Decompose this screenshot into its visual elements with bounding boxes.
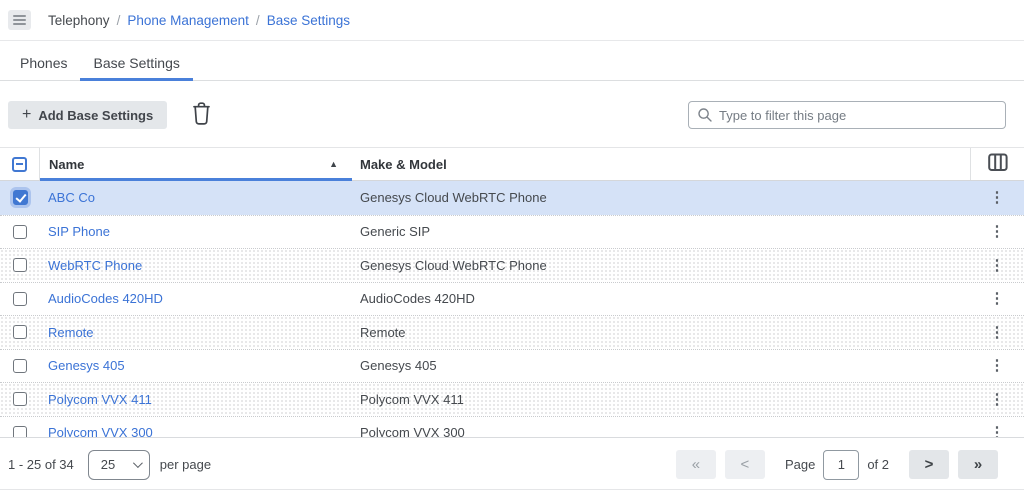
row-name-link[interactable]: ABC Co (48, 190, 95, 205)
trash-icon (191, 101, 212, 129)
search-icon (697, 107, 713, 123)
page-size-value: 25 (101, 457, 115, 472)
table-row[interactable]: Polycom VVX 300 Polycom VVX 300 ⋮ (0, 416, 1024, 439)
breadcrumb-separator: / (117, 13, 121, 28)
breadcrumb-base-settings[interactable]: Base Settings (267, 13, 350, 28)
row-make-model: Polycom VVX 300 (352, 425, 970, 438)
table-row[interactable]: SIP Phone Generic SIP ⋮ (0, 215, 1024, 249)
row-name-link[interactable]: SIP Phone (48, 224, 110, 239)
last-page-button[interactable]: » (958, 450, 998, 479)
filter-field-wrap (688, 101, 1006, 129)
row-name-link[interactable]: WebRTC Phone (48, 258, 142, 273)
row-make-model: Genesys Cloud WebRTC Phone (352, 258, 970, 273)
previous-page-button[interactable]: < (725, 450, 765, 479)
add-base-settings-label: Add Base Settings (38, 108, 153, 123)
page-bottom-divider (0, 489, 1024, 490)
sorted-column-underline (40, 178, 352, 181)
row-make-model: Genesys Cloud WebRTC Phone (352, 190, 970, 205)
table-row[interactable]: WebRTC Phone Genesys Cloud WebRTC Phone … (0, 248, 1024, 282)
tab-bar: Phones Base Settings (0, 47, 1024, 81)
column-header-make-model[interactable]: Make & Model (352, 148, 970, 180)
row-menu-kebab-icon[interactable]: ⋮ (984, 321, 1011, 344)
per-page-label: per page (160, 457, 211, 472)
delete-button[interactable] (191, 101, 212, 129)
row-make-model: Polycom VVX 411 (352, 392, 970, 407)
row-menu-kebab-icon[interactable]: ⋮ (984, 220, 1011, 243)
row-range-text: 1 - 25 of 34 (8, 457, 74, 472)
pagination-footer: 1 - 25 of 34 25 per page « < Page of 2 >… (0, 449, 1024, 480)
row-menu-kebab-icon[interactable]: ⋮ (984, 354, 1011, 377)
table-row[interactable]: Remote Remote ⋮ (0, 315, 1024, 349)
select-all-cell (0, 148, 40, 180)
table-row[interactable]: Genesys 405 Genesys 405 ⋮ (0, 349, 1024, 383)
row-make-model: AudioCodes 420HD (352, 291, 970, 306)
column-header-make-model-label: Make & Model (360, 157, 447, 172)
select-all-checkbox[interactable] (12, 157, 27, 172)
row-name-link[interactable]: Genesys 405 (48, 358, 125, 373)
row-name-link[interactable]: Polycom VVX 411 (48, 392, 152, 407)
table-row[interactable]: Polycom VVX 411 Polycom VVX 411 ⋮ (0, 382, 1024, 416)
table-row[interactable]: AudioCodes 420HD AudioCodes 420HD ⋮ (0, 282, 1024, 316)
tab-base-settings[interactable]: Base Settings (80, 47, 192, 81)
row-menu-kebab-icon[interactable]: ⋮ (984, 186, 1011, 209)
row-make-model: Genesys 405 (352, 358, 970, 373)
row-checkbox[interactable] (13, 190, 28, 205)
top-bar: Telephony / Phone Management / Base Sett… (0, 0, 1024, 41)
first-page-button[interactable]: « (676, 450, 716, 479)
row-name-link[interactable]: Remote (48, 325, 94, 340)
page-label: Page (785, 457, 815, 472)
row-name-link[interactable]: Polycom VVX 300 (48, 425, 153, 438)
row-checkbox[interactable] (13, 325, 27, 339)
table-header-row: Name ▲ Make & Model (0, 148, 1024, 181)
toolbar: + Add Base Settings (0, 101, 1024, 129)
row-menu-kebab-icon[interactable]: ⋮ (984, 388, 1011, 411)
breadcrumb: Telephony / Phone Management / Base Sett… (48, 13, 350, 28)
tab-phones[interactable]: Phones (7, 47, 80, 81)
column-picker-cell (970, 148, 1024, 180)
breadcrumb-phone-management[interactable]: Phone Management (127, 13, 249, 28)
row-name-link[interactable]: AudioCodes 420HD (48, 291, 163, 306)
page-size-select[interactable]: 25 (88, 450, 150, 480)
table-row[interactable]: ABC Co Genesys Cloud WebRTC Phone ⋮ (0, 181, 1024, 215)
chevron-down-icon (133, 458, 143, 468)
row-checkbox[interactable] (13, 426, 27, 438)
next-page-button[interactable]: > (909, 450, 949, 479)
row-make-model: Remote (352, 325, 970, 340)
columns-icon (988, 153, 1008, 175)
breadcrumb-telephony: Telephony (48, 13, 110, 28)
row-checkbox[interactable] (13, 258, 27, 272)
row-checkbox[interactable] (13, 225, 27, 239)
table-body: ABC Co Genesys Cloud WebRTC Phone ⋮ SIP … (0, 181, 1024, 438)
menu-hamburger-icon[interactable] (8, 10, 31, 30)
row-menu-kebab-icon[interactable]: ⋮ (984, 254, 1011, 277)
filter-input[interactable] (688, 101, 1006, 129)
base-settings-table: Name ▲ Make & Model ABC Co Gene (0, 147, 1024, 438)
row-make-model: Generic SIP (352, 224, 970, 239)
add-base-settings-button[interactable]: + Add Base Settings (8, 101, 167, 129)
page-number-input[interactable] (823, 450, 859, 480)
row-menu-kebab-icon[interactable]: ⋮ (984, 287, 1011, 310)
row-checkbox[interactable] (13, 292, 27, 306)
breadcrumb-separator: / (256, 13, 260, 28)
row-checkbox[interactable] (13, 392, 27, 406)
column-picker-button[interactable] (988, 153, 1008, 175)
page-count-label: of 2 (867, 457, 889, 472)
column-header-name-label: Name (49, 157, 84, 172)
row-checkbox[interactable] (13, 359, 27, 373)
row-menu-kebab-icon[interactable]: ⋮ (984, 421, 1011, 438)
column-header-name[interactable]: Name ▲ (40, 148, 352, 180)
plus-icon: + (22, 106, 31, 124)
sort-ascending-icon: ▲ (329, 159, 338, 169)
